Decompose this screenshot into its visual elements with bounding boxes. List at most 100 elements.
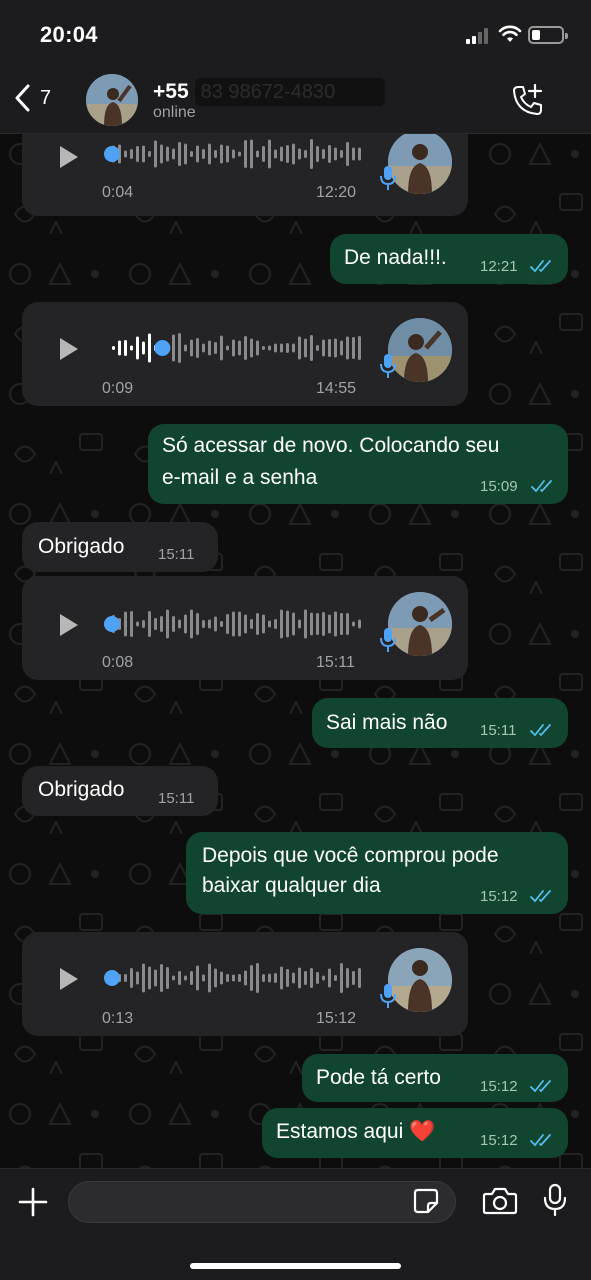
waveform-bar (202, 343, 205, 353)
waveform-bar (166, 609, 169, 639)
outgoing-message[interactable]: Estamos aqui ❤️ 15:12 (262, 1108, 568, 1158)
voice-message[interactable]: 0:04 12:20 (22, 134, 468, 216)
voice-message[interactable]: 0:13 15:12 (22, 932, 468, 1036)
voice-record-icon[interactable] (542, 1183, 568, 1217)
waveform-bar (202, 974, 205, 982)
waveform-bar (298, 336, 301, 360)
contact-name[interactable]: +55 83 98672-4830 (153, 78, 385, 106)
wifi-icon (498, 25, 522, 42)
waveform-bar (316, 146, 319, 162)
waveform-bar (172, 975, 175, 981)
outgoing-message[interactable]: Sai mais não 15:11 (312, 698, 568, 748)
camera-icon[interactable] (482, 1186, 518, 1216)
sticker-icon[interactable] (412, 1187, 440, 1215)
incoming-message[interactable]: Obrigado 15:11 (22, 766, 218, 816)
waveform-bar (262, 146, 265, 162)
waveform[interactable] (102, 134, 382, 174)
playback-scrubber[interactable] (104, 146, 120, 162)
waveform-bar (274, 973, 277, 983)
waveform-bar (322, 149, 325, 159)
waveform[interactable] (102, 604, 382, 644)
waveform-bar (340, 150, 343, 158)
waveform-bar (190, 151, 193, 157)
waveform[interactable] (102, 328, 382, 368)
waveform-bar (238, 974, 241, 982)
waveform-bar (172, 616, 175, 632)
waveform-bar (304, 971, 307, 985)
outgoing-message[interactable]: De nada!!!. 12:21 (330, 234, 568, 284)
message-input[interactable] (68, 1181, 456, 1223)
waveform-bar (160, 616, 163, 632)
voice-message[interactable]: 0:09 14:55 (22, 302, 468, 406)
waveform-bar (130, 611, 133, 637)
read-receipt-icon (530, 890, 551, 903)
waveform-bar (334, 147, 337, 161)
waveform-bar (322, 339, 325, 357)
waveform-bar (148, 611, 151, 637)
read-receipt-icon (530, 1080, 551, 1093)
voice-duration: 0:09 (102, 380, 134, 397)
outgoing-message[interactable]: Pode tá certo 15:12 (302, 1054, 568, 1102)
waveform-bar (196, 338, 199, 358)
play-icon[interactable] (58, 966, 80, 992)
waveform-bar (160, 964, 163, 992)
waveform-bar (220, 971, 223, 985)
message-time: 15:12 (480, 1132, 518, 1149)
waveform-bar (238, 151, 241, 157)
message-text: Estamos aqui ❤️ (276, 1120, 436, 1143)
add-call-button[interactable] (510, 82, 546, 118)
outgoing-message[interactable]: Só acessar de novo. Colocando seu e-mail… (148, 424, 568, 504)
mic-icon (380, 354, 396, 378)
plus-icon[interactable] (16, 1185, 50, 1219)
waveform-bar (130, 149, 133, 159)
waveform-bar (310, 139, 313, 169)
playback-scrubber[interactable] (104, 616, 120, 632)
waveform-bar (142, 620, 145, 628)
waveform-bar (208, 619, 211, 629)
waveform-bar (112, 346, 115, 350)
play-icon[interactable] (58, 336, 80, 362)
message-time: 15:12 (480, 1078, 518, 1095)
waveform-bar (346, 142, 349, 166)
waveform-bar (178, 333, 181, 363)
waveform-bar (142, 341, 145, 355)
waveform-bar (352, 147, 355, 161)
redacted-number: 83 98672-4830 (194, 78, 385, 106)
playback-scrubber[interactable] (104, 970, 120, 986)
waveform-bar (316, 972, 319, 984)
message-time: 15:11 (480, 722, 517, 739)
chat-area[interactable]: 0:04 12:20 De nada!!!. 12:21 0:09 14:55 … (0, 134, 591, 1168)
play-icon[interactable] (58, 612, 80, 638)
waveform[interactable] (102, 958, 382, 998)
outgoing-message[interactable]: Depois que você comprou pode baixar qual… (186, 832, 568, 914)
waveform-bar (172, 334, 175, 362)
waveform-bar (130, 968, 133, 988)
message-text: Pode tá certo (316, 1066, 441, 1089)
voice-message[interactable]: 0:08 15:11 (22, 576, 468, 680)
waveform-bar (346, 968, 349, 988)
waveform-bar (202, 149, 205, 159)
waveform-bar (118, 340, 121, 356)
message-time: 15:11 (158, 546, 195, 563)
play-icon[interactable] (58, 144, 80, 170)
read-receipt-icon (530, 724, 551, 737)
waveform-bar (214, 150, 217, 158)
waveform-bar (184, 143, 187, 165)
waveform-bar (220, 335, 223, 361)
playback-scrubber[interactable] (154, 340, 171, 356)
waveform-bar (142, 963, 145, 993)
waveform-bar (328, 339, 331, 357)
mic-icon (380, 166, 396, 190)
back-button[interactable]: 7 (14, 84, 51, 112)
waveform-bar (256, 613, 259, 635)
contact-status: online (153, 104, 196, 121)
waveform-bar (340, 963, 343, 993)
voice-duration: 0:08 (102, 654, 134, 671)
waveform-bar (166, 146, 169, 162)
waveform-bar (358, 147, 361, 161)
contact-avatar[interactable] (86, 74, 138, 126)
incoming-message[interactable]: Obrigado 15:11 (22, 522, 218, 572)
waveform-bar (154, 618, 157, 630)
waveform-bar (250, 965, 253, 991)
waveform-bar (262, 346, 265, 350)
